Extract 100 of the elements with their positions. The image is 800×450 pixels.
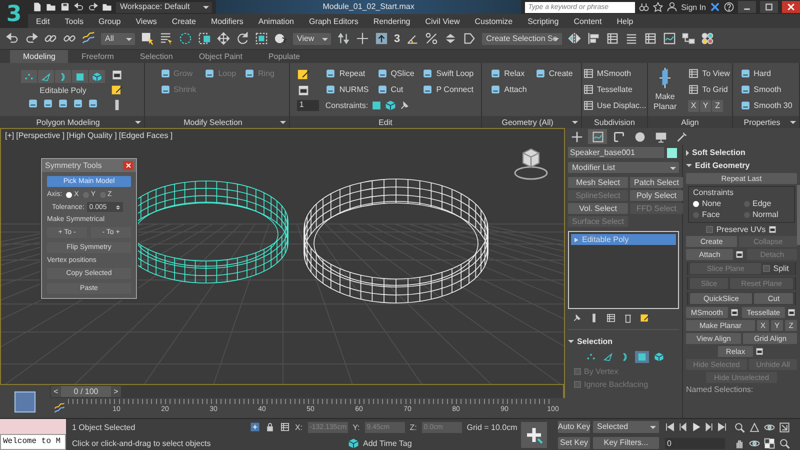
tool-icon[interactable] [26, 98, 40, 109]
ribbon-tab[interactable]: Freeform [68, 50, 127, 63]
view-cube-icon[interactable] [514, 148, 548, 180]
mini-viewport-icon[interactable] [14, 390, 36, 412]
ribbon-tool-button[interactable]: Use Displac... [582, 100, 646, 111]
previous-frame-icon[interactable] [678, 422, 688, 432]
rollout-header[interactable]: Soft Selection [686, 147, 797, 158]
move-icon[interactable] [217, 32, 230, 45]
crosshair-icon[interactable] [356, 32, 369, 45]
rotate-icon[interactable] [236, 32, 249, 45]
ribbon-tool-button[interactable]: Tessellate [582, 84, 646, 95]
key-filters-button[interactable]: Key Filters... [593, 437, 659, 449]
stack-icon[interactable] [606, 313, 616, 323]
settings-button[interactable] [735, 250, 746, 260]
scale-icon[interactable] [255, 32, 268, 45]
key-mode-dropdown[interactable]: Selected [593, 421, 659, 433]
orbit-icon[interactable] [749, 438, 760, 448]
arrow-up-icon[interactable] [375, 32, 388, 45]
undo-icon[interactable] [74, 2, 84, 12]
next-frame-button[interactable]: > [111, 386, 121, 397]
rollout-header[interactable]: Selection [568, 336, 679, 347]
menu-item[interactable]: Scripting [528, 16, 559, 26]
binoculars-icon[interactable] [639, 2, 650, 12]
new-file-icon[interactable] [32, 2, 42, 12]
subobject-level-button[interactable] [652, 351, 666, 363]
ribbon-tab[interactable]: Modeling [10, 50, 68, 63]
axis-button[interactable]: Z [712, 100, 724, 112]
sign-in-link[interactable]: Sign In [681, 2, 706, 12]
axis-button[interactable]: Y [700, 100, 712, 112]
ribbon-tool-button[interactable]: MSmooth [582, 68, 646, 79]
radio-dot[interactable] [66, 192, 72, 198]
tool-icon[interactable] [297, 68, 310, 81]
tool-icon[interactable] [41, 98, 55, 109]
zoom-icon[interactable] [779, 438, 790, 448]
menu-item[interactable]: Tools [64, 16, 84, 26]
curve-editor-icon[interactable] [663, 32, 676, 45]
menu-item[interactable]: Create [172, 16, 196, 26]
ribbon-tool-button[interactable]: NURMS [325, 84, 369, 95]
snap-toggle[interactable]: 3 [394, 32, 400, 44]
menu-item[interactable]: Modifiers [210, 16, 244, 26]
window-crossing-icon[interactable] [198, 32, 211, 45]
close-button[interactable] [123, 161, 133, 170]
ribbon-tab[interactable]: Populate [255, 50, 314, 63]
rollout-header[interactable]: Edit Geometry [686, 160, 797, 171]
mirror-icon[interactable] [568, 32, 582, 45]
radio-dot[interactable] [693, 200, 699, 206]
ribbon-tool-button[interactable]: Cut [376, 84, 414, 95]
pencil-icon[interactable] [640, 313, 650, 323]
modifier-button[interactable]: Mesh Select [568, 177, 628, 188]
link-icon[interactable] [44, 32, 57, 45]
constraint-icon[interactable] [399, 100, 410, 111]
make-planar-button[interactable]: Make Planar [650, 67, 680, 112]
constraint-radio[interactable]: None [693, 199, 740, 208]
pivot-icon[interactable] [337, 32, 350, 45]
previous-frame-button[interactable]: < [51, 386, 61, 397]
curve-toggle-icon[interactable] [54, 402, 65, 414]
subobject-button[interactable] [72, 70, 88, 83]
star-icon[interactable] [653, 2, 664, 12]
menu-item[interactable]: Edit [36, 16, 50, 26]
select-by-name-icon[interactable] [160, 32, 173, 45]
script-listener-field[interactable]: Welcome to M [0, 434, 66, 450]
user-icon[interactable] [667, 2, 678, 12]
trash-icon[interactable] [623, 313, 633, 323]
tool-icon[interactable] [111, 68, 123, 80]
object-color-swatch[interactable] [667, 148, 677, 158]
repeat-count-field[interactable]: 1 [297, 100, 320, 111]
menu-item[interactable]: Animation [258, 16, 294, 26]
region-select-icon[interactable] [179, 32, 192, 45]
viewport-menu-label[interactable]: [Perspective ] [16, 131, 65, 140]
reference-coordinate-dropdown[interactable]: View [293, 32, 331, 44]
preserve-uvs-checkbox[interactable]: Preserve UVs [706, 225, 766, 234]
subobject-button[interactable] [38, 70, 54, 83]
viewport-menu-label[interactable]: [High Quality ] [66, 131, 117, 140]
viewport-menu-label[interactable]: [Edged Faces ] [118, 131, 173, 140]
ribbon-group-title[interactable]: Properties [733, 116, 799, 128]
ribbon-tool-button[interactable]: Repeat [325, 68, 369, 79]
tool-icon[interactable] [56, 98, 70, 109]
menu-item[interactable]: Help [616, 16, 634, 26]
constraint-icon[interactable] [385, 100, 396, 111]
select-and-place-icon[interactable] [274, 32, 287, 45]
ribbon-tool-button[interactable]: Swift Loop [422, 68, 474, 79]
subobject-button[interactable] [89, 70, 105, 83]
auto-key-button[interactable]: Auto Key [558, 421, 590, 433]
lock-icon[interactable] [265, 422, 275, 432]
spinner-snap-icon[interactable] [444, 32, 458, 45]
play-icon[interactable] [691, 422, 701, 432]
redo-icon[interactable] [88, 2, 98, 12]
modifier-list-dropdown[interactable]: Modifier List [568, 162, 679, 173]
ribbon-tool-button[interactable]: To View [688, 68, 730, 79]
menu-item[interactable]: Graph Editors [308, 16, 358, 26]
tool-icon[interactable] [111, 84, 123, 96]
ribbon-tool-button[interactable]: Relax [490, 68, 527, 79]
set-key-button[interactable]: Set Key [558, 437, 590, 449]
help-icon[interactable] [724, 2, 734, 12]
ribbon-tool-button[interactable]: Hard [740, 68, 792, 79]
go-to-end-icon[interactable] [717, 422, 727, 432]
settings-button[interactable] [730, 308, 740, 318]
tag-icon[interactable] [463, 32, 476, 45]
modifier-button[interactable]: Poly Select [630, 190, 683, 201]
ribbon-tool-button[interactable]: Create [534, 68, 573, 79]
